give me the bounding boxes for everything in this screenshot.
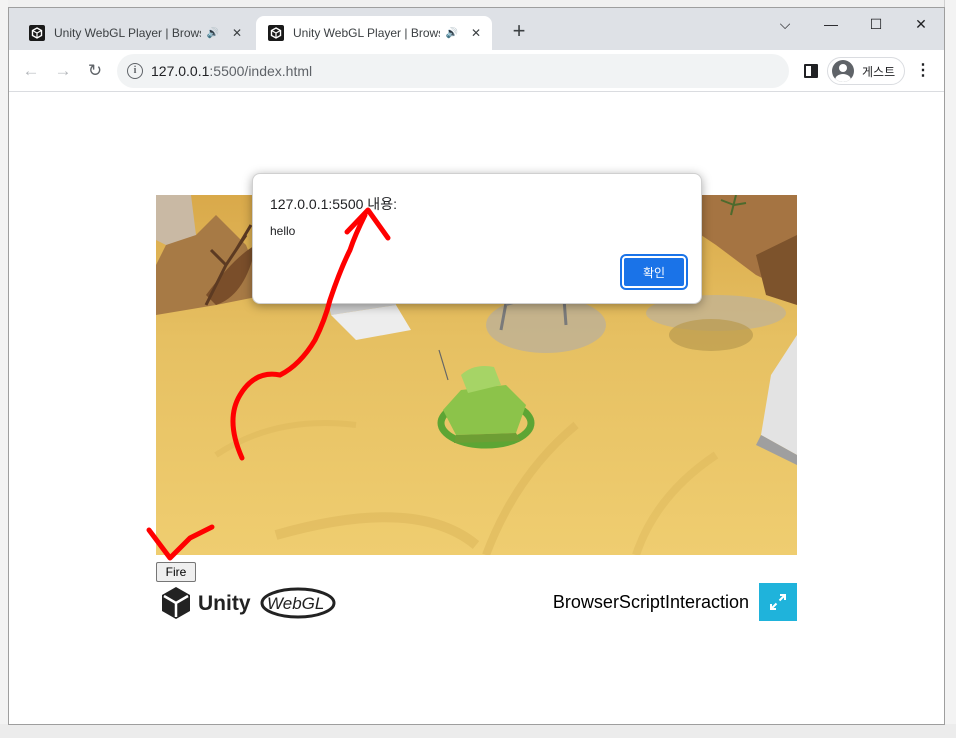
dialog-ok-button[interactable]: 확인 xyxy=(622,256,686,288)
tab-close-icon[interactable]: ✕ xyxy=(229,26,245,40)
back-arrow-icon[interactable]: ← xyxy=(19,59,43,83)
webgl-wordmark: WebGL xyxy=(267,594,324,613)
page-content: Fire Unity WebGL BrowserScriptInteractio… xyxy=(9,93,944,724)
unity-favicon-icon xyxy=(29,25,45,41)
tab-title: Unity WebGL Player | Browser xyxy=(293,26,440,40)
unity-favicon-icon xyxy=(268,25,284,41)
url-host: 127.0.0.1 xyxy=(151,63,210,79)
unity-webgl-logo: Unity WebGL xyxy=(160,583,350,623)
tab-title: Unity WebGL Player | Browser xyxy=(54,26,201,40)
browser-toolbar: ← → ↻ i 127.0.0.1:5500/index.html 게스트 ⋮ xyxy=(9,50,944,92)
tab-close-icon[interactable]: ✕ xyxy=(468,26,484,40)
close-window-icon[interactable]: ✕ xyxy=(901,12,941,36)
forward-arrow-icon[interactable]: → xyxy=(51,59,75,83)
url-text: 127.0.0.1:5500/index.html xyxy=(151,63,312,79)
screen: Unity WebGL Player | Browser 🔊 ✕ Unity W… xyxy=(0,0,956,738)
unity-wordmark: Unity xyxy=(198,592,251,615)
browser-window: Unity WebGL Player | Browser 🔊 ✕ Unity W… xyxy=(8,7,945,725)
profile-button[interactable]: 게스트 xyxy=(827,57,905,85)
tab-strip: Unity WebGL Player | Browser 🔊 ✕ Unity W… xyxy=(9,8,944,50)
minimize-icon[interactable]: — xyxy=(811,12,851,36)
unity-cube-icon xyxy=(162,587,190,619)
tab-inactive[interactable]: Unity WebGL Player | Browser 🔊 ✕ xyxy=(17,16,253,50)
alert-dialog: 127.0.0.1:5500 내용: hello 확인 xyxy=(252,173,702,304)
tab-active[interactable]: Unity WebGL Player | Browser 🔊 ✕ xyxy=(256,16,492,50)
fullscreen-button[interactable] xyxy=(759,583,797,621)
profile-label: 게스트 xyxy=(862,64,896,79)
guest-avatar-icon xyxy=(832,60,854,82)
reload-icon[interactable]: ↻ xyxy=(83,59,107,83)
url-path: :5500/index.html xyxy=(209,63,313,79)
dialog-title: 127.0.0.1:5500 내용: xyxy=(270,196,397,212)
audio-playing-icon[interactable]: 🔊 xyxy=(446,28,458,39)
site-info-icon[interactable]: i xyxy=(127,63,143,79)
background-window-right xyxy=(944,0,956,738)
address-bar[interactable]: i 127.0.0.1:5500/index.html xyxy=(117,54,789,88)
fullscreen-icon xyxy=(770,594,786,610)
background-window-bottom xyxy=(0,724,956,738)
fire-button[interactable]: Fire xyxy=(156,562,196,582)
side-panel-icon[interactable] xyxy=(804,64,818,78)
browser-menu-icon[interactable]: ⋮ xyxy=(915,62,931,80)
audio-playing-icon[interactable]: 🔊 xyxy=(207,28,219,39)
game-title: BrowserScriptInteraction xyxy=(552,592,749,612)
dialog-message: hello xyxy=(270,224,296,238)
new-tab-button[interactable]: + xyxy=(507,20,531,44)
maximize-icon[interactable]: ☐ xyxy=(856,12,896,36)
background-window-left xyxy=(0,0,8,738)
tab-search-chevron-icon[interactable]: ⌵ xyxy=(765,12,805,36)
